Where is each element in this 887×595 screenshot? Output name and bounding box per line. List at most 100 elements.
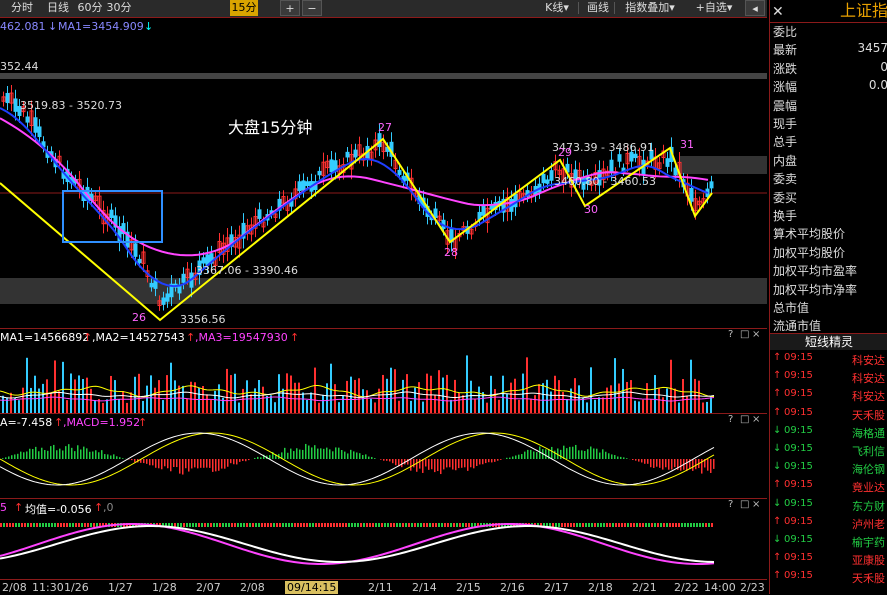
price-chart-pane[interactable]: 462.081 ↓ MA1=3454.909 ↓ 352.44 3519.83 … bbox=[0, 17, 767, 328]
help-icon[interactable]: ? bbox=[728, 414, 733, 425]
signal-stock-name: 亚康股 bbox=[852, 552, 885, 568]
macd-pane[interactable]: A=-7.458 ↑ ,MACD=1.952 ↑ ? □ × bbox=[0, 413, 767, 498]
close-icon[interactable]: × bbox=[752, 499, 760, 510]
candle-body bbox=[26, 117, 29, 122]
macd-bar bbox=[530, 450, 532, 459]
period-tab-minute[interactable]: 分时 bbox=[2, 0, 42, 16]
signal-list-item[interactable]: ↑09:15科安达 bbox=[770, 352, 887, 370]
x-tick: 2/11 bbox=[368, 581, 393, 594]
signal-list-item[interactable]: ↑09:15科安达 bbox=[770, 388, 887, 406]
indicator-prefix: 5 bbox=[0, 501, 7, 514]
draw-line-button[interactable]: 画线 bbox=[582, 0, 614, 16]
macd-bar bbox=[641, 459, 643, 462]
signal-list-item[interactable]: ↑09:15竟业达 bbox=[770, 479, 887, 497]
candle-body bbox=[690, 189, 693, 202]
signal-list-item[interactable]: ↑09:15天禾股 bbox=[770, 570, 887, 588]
macd-bar bbox=[371, 457, 373, 459]
macd-bar bbox=[254, 458, 256, 459]
indicator-bar bbox=[198, 523, 200, 527]
signal-list-item[interactable]: ↓09:15东方财 bbox=[770, 498, 887, 516]
zoom-out-button[interactable]: − bbox=[302, 0, 322, 16]
indicator-bar bbox=[663, 523, 665, 527]
macd-bar bbox=[410, 459, 412, 471]
indicator-bar bbox=[192, 523, 194, 527]
volume-bar bbox=[206, 394, 208, 413]
signal-list-item[interactable]: ↑09:15泸州老 bbox=[770, 516, 887, 534]
maximize-icon[interactable]: □ bbox=[740, 329, 749, 340]
indicator-bar bbox=[384, 523, 386, 527]
help-icon[interactable]: ? bbox=[728, 499, 733, 510]
indicator-bar bbox=[372, 523, 374, 527]
quote-field-label: 换手 bbox=[773, 207, 797, 224]
volume-bar bbox=[546, 380, 548, 413]
section-title: 短线精灵 bbox=[770, 334, 887, 350]
indicator-bar bbox=[342, 523, 344, 527]
index-overlay-menu[interactable]: 指数叠加▾ bbox=[618, 0, 682, 16]
volume-bar bbox=[74, 379, 76, 413]
volume-bar bbox=[338, 402, 340, 413]
period-tab-30m[interactable]: 30分 bbox=[106, 0, 132, 16]
macd-bar bbox=[506, 458, 508, 459]
volume-bar bbox=[106, 399, 108, 413]
macd-bar bbox=[92, 451, 94, 459]
help-icon[interactable]: ? bbox=[728, 329, 733, 340]
macd-bar bbox=[179, 459, 181, 474]
candle-body bbox=[138, 259, 141, 262]
signal-list-item[interactable]: ↑09:15亚康股 bbox=[770, 552, 887, 570]
maximize-icon[interactable]: □ bbox=[740, 414, 749, 425]
signal-list-item[interactable]: ↓09:15飞利信 bbox=[770, 443, 887, 461]
indicator-bar bbox=[6, 523, 8, 527]
collapse-button[interactable]: ◂ bbox=[745, 0, 765, 16]
macd-bar bbox=[512, 456, 514, 459]
period-tab-15m[interactable]: 15分 bbox=[230, 0, 258, 16]
macd-bar bbox=[269, 455, 271, 459]
arrow-down-icon: ↓ bbox=[144, 20, 153, 33]
chevron-down-icon: ▾ bbox=[727, 1, 733, 14]
close-icon[interactable]: × bbox=[752, 414, 760, 425]
volume-bar bbox=[34, 376, 36, 413]
volume-bar bbox=[142, 401, 144, 413]
volume-bar bbox=[210, 400, 212, 413]
signal-list-item[interactable]: ↓09:15海格通 bbox=[770, 425, 887, 443]
indicator-pane[interactable]: 5 ↑ 均值=-0.056 ↑ ,0 ? □ × bbox=[0, 498, 767, 579]
macd-bar bbox=[68, 444, 70, 459]
volume-pane[interactable]: MA1=14566892 ↑ ,MA2=14527543 ↑ ,MA3=1954… bbox=[0, 328, 767, 413]
indicator-bar bbox=[657, 523, 659, 527]
volume-bar bbox=[398, 401, 400, 413]
chevron-down-icon: ▾ bbox=[669, 1, 675, 14]
volume-bar bbox=[30, 388, 32, 413]
macd-bar bbox=[365, 454, 367, 459]
quote-field-label: 总市值 bbox=[773, 299, 809, 316]
volume-bar bbox=[414, 388, 416, 413]
macd-bar bbox=[206, 459, 208, 468]
macd-bar bbox=[614, 455, 616, 459]
macd-bar bbox=[290, 449, 292, 459]
quote-field-label: 涨跌 bbox=[773, 60, 797, 77]
indicator-bar bbox=[180, 523, 182, 527]
period-tab-daily[interactable]: 日线 bbox=[42, 0, 74, 16]
add-watchlist-menu[interactable]: +自选▾ bbox=[688, 0, 740, 16]
signal-list-item[interactable]: ↑09:15天禾股 bbox=[770, 407, 887, 425]
macd-bar bbox=[476, 459, 478, 466]
maximize-icon[interactable]: □ bbox=[740, 499, 749, 510]
zoom-in-button[interactable]: + bbox=[280, 0, 300, 16]
signal-list-item[interactable]: ↓09:15海伦钢 bbox=[770, 461, 887, 479]
signal-list-item[interactable]: ↓09:15榆宇药 bbox=[770, 534, 887, 552]
indicator-bar bbox=[417, 523, 419, 527]
signal-list-item[interactable]: ↑09:15科安达 bbox=[770, 370, 887, 388]
signal-time: 09:15 bbox=[784, 479, 813, 490]
period-tab-60m[interactable]: 60分 bbox=[74, 0, 106, 16]
close-icon[interactable]: ✕ bbox=[772, 4, 784, 20]
macd-bar bbox=[98, 452, 100, 459]
candle-body bbox=[514, 194, 517, 206]
candle-body bbox=[258, 210, 261, 219]
volume-bar bbox=[478, 387, 480, 413]
macd-bar bbox=[419, 459, 421, 469]
signal-stock-name: 海格通 bbox=[852, 425, 885, 441]
kline-menu[interactable]: K线▾ bbox=[540, 0, 574, 16]
macd-bar bbox=[74, 451, 76, 459]
macd-bar bbox=[260, 457, 262, 459]
volume-bar bbox=[650, 399, 652, 413]
close-icon[interactable]: × bbox=[752, 329, 760, 340]
macd-bar bbox=[245, 459, 247, 461]
